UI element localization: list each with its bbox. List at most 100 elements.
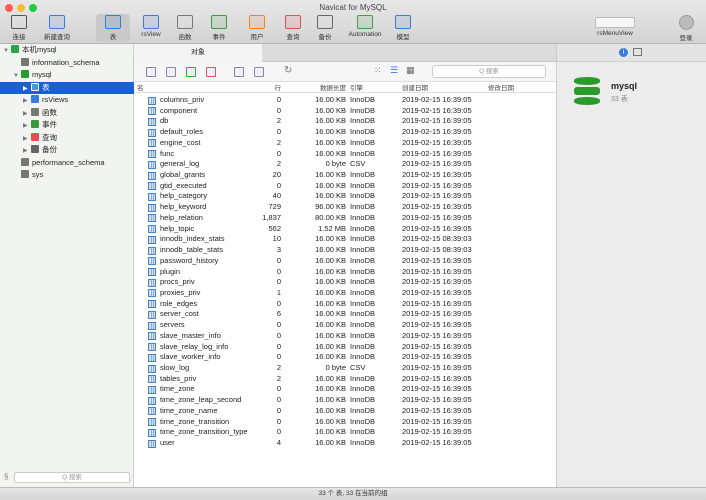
col-created[interactable]: 创建日期 [402, 82, 428, 92]
toolbar-model-button[interactable]: 模型 [386, 14, 420, 42]
table-row[interactable]: columns_priv 0 16.00 KB InnoDB 2019-02-1… [134, 95, 556, 106]
sidebar-item[interactable]: ▶ 事件 [0, 119, 134, 131]
col-engine[interactable]: 引擎 [350, 82, 363, 92]
sidebar-item[interactable]: performance_schema [0, 157, 134, 169]
cell-engine: InnoDB [350, 395, 376, 405]
delete-table-icon[interactable] [206, 67, 216, 77]
login-button[interactable]: 登录 [669, 14, 703, 42]
table-row[interactable]: servers 0 16.00 KB InnoDB 2019-02-15 16:… [134, 320, 556, 331]
detail-view-icon[interactable]: ▦ [406, 65, 415, 76]
toolbar-view-button[interactable]: rsView [134, 14, 168, 42]
ddl-icon[interactable] [633, 48, 642, 56]
open-table-icon[interactable] [146, 67, 156, 77]
table-row[interactable]: general_log 2 0 byte CSV 2019-02-15 16:3… [134, 159, 556, 170]
toolbar-user-button[interactable]: 用户 [240, 14, 274, 42]
table-row[interactable]: default_roles 0 16.00 KB InnoDB 2019-02-… [134, 127, 556, 138]
filter-icon[interactable]: § [4, 472, 8, 481]
table-row[interactable]: time_zone_leap_second 0 16.00 KB InnoDB … [134, 395, 556, 406]
sidebar-item-label: sys [32, 170, 44, 179]
design-table-icon[interactable] [166, 67, 176, 77]
disclosure-arrow-icon[interactable]: ▶ [23, 108, 31, 120]
table-row[interactable]: gtid_executed 0 16.00 KB InnoDB 2019-02-… [134, 181, 556, 192]
sidebar-item[interactable]: sys [0, 169, 134, 181]
table-icon [148, 321, 156, 330]
cell-data-length: 16.00 KB [315, 116, 346, 126]
table-row[interactable]: time_zone 0 16.00 KB InnoDB 2019-02-15 1… [134, 384, 556, 395]
disclosure-arrow-icon[interactable]: ▼ [13, 70, 21, 82]
import-icon[interactable] [234, 67, 244, 77]
table-row[interactable]: help_keyword 729 96.00 KB InnoDB 2019-02… [134, 202, 556, 213]
table-row[interactable]: procs_priv 0 16.00 KB InnoDB 2019-02-15 … [134, 277, 556, 288]
table-row[interactable]: time_zone_name 0 16.00 KB InnoDB 2019-02… [134, 406, 556, 417]
table-row[interactable]: help_relation 1,837 80.00 KB InnoDB 2019… [134, 213, 556, 224]
cell-created: 2019-02-15 16:39:05 [402, 191, 472, 201]
table-row[interactable]: innodb_table_stats 3 16.00 KB InnoDB 201… [134, 245, 556, 256]
table-row[interactable]: slave_worker_info 0 16.00 KB InnoDB 2019… [134, 352, 556, 363]
table-row[interactable]: innodb_index_stats 10 16.00 KB InnoDB 20… [134, 234, 556, 245]
table-row[interactable]: slow_log 2 0 byte CSV 2019-02-15 16:39:0… [134, 363, 556, 374]
cell-name: password_history [160, 255, 219, 265]
disclosure-arrow-icon[interactable]: ▶ [23, 95, 31, 107]
table-row[interactable]: component 0 16.00 KB InnoDB 2019-02-15 1… [134, 106, 556, 117]
table-row[interactable]: proxies_priv 1 16.00 KB InnoDB 2019-02-1… [134, 288, 556, 299]
sidebar-item[interactable]: ▶ rsViews [0, 94, 134, 106]
toolbar-automation-button[interactable]: Automation [344, 14, 386, 42]
table-row[interactable]: tables_priv 2 16.00 KB InnoDB 2019-02-15… [134, 374, 556, 385]
disclosure-arrow-icon[interactable]: ▶ [23, 133, 31, 145]
cell-engine: InnoDB [350, 405, 376, 415]
table-row[interactable]: slave_relay_log_info 0 16.00 KB InnoDB 2… [134, 342, 556, 353]
table-row[interactable]: server_cost 6 16.00 KB InnoDB 2019-02-15… [134, 309, 556, 320]
disclosure-arrow-icon[interactable]: ▶ [23, 83, 31, 95]
sidebar-item[interactable]: ▼ 本机mysql [0, 44, 134, 56]
table-row[interactable]: help_category 40 16.00 KB InnoDB 2019-02… [134, 191, 556, 202]
table-row[interactable]: time_zone_transition_type 0 16.00 KB Inn… [134, 427, 556, 438]
disclosure-arrow-icon[interactable]: ▼ [3, 45, 11, 57]
rsmenuview-button[interactable]: rsMenuView [583, 14, 647, 42]
col-data-length[interactable]: 数据长度 [294, 82, 346, 92]
new-table-icon[interactable] [186, 67, 196, 77]
disclosure-arrow-icon[interactable]: ▶ [23, 145, 31, 157]
col-rows[interactable]: 行 [244, 82, 282, 92]
toolbar-new-query-button[interactable]: 新建查询 [40, 14, 74, 42]
table-row[interactable]: help_topic 562 1.52 MB InnoDB 2019-02-15… [134, 224, 556, 235]
sidebar-item[interactable]: ▶ 备份 [0, 144, 134, 156]
refresh-icon[interactable]: ↻ [284, 65, 292, 76]
list-view-icon[interactable]: ☰ [390, 65, 398, 76]
sidebar-item[interactable]: ▶ 查询 [0, 132, 134, 144]
col-name[interactable]: 名 [137, 82, 144, 92]
table-row[interactable]: engine_cost 2 16.00 KB InnoDB 2019-02-15… [134, 138, 556, 149]
toolbar-backup-button[interactable]: 备份 [308, 14, 342, 42]
object-search-input[interactable]: Q 搜索 [432, 65, 546, 78]
table-row[interactable]: db 2 16.00 KB InnoDB 2019-02-15 16:39:05 [134, 116, 556, 127]
table-row[interactable]: slave_master_info 0 16.00 KB InnoDB 2019… [134, 331, 556, 342]
connection-sidebar: ▼ 本机mysql information_schema ▼ mysql ▶ 表 ▶ rsVie… [0, 44, 134, 487]
sidebar-item[interactable]: information_schema [0, 57, 134, 69]
table-row[interactable]: user 4 16.00 KB InnoDB 2019-02-15 16:39:… [134, 438, 556, 449]
tab-objects[interactable]: 对象 [134, 44, 262, 62]
sidebar-item[interactable]: ▶ 函数 [0, 107, 134, 119]
toolbar-function-button[interactable]: 函数 [168, 14, 202, 42]
export-icon[interactable] [254, 67, 264, 77]
cell-rows: 0 [276, 341, 281, 351]
sidebar-item[interactable]: ▼ mysql [0, 69, 134, 81]
cell-rows: 1,837 [262, 212, 281, 222]
table-icon [148, 332, 156, 341]
toolbar-table-button[interactable]: 表 [96, 14, 130, 42]
table-row[interactable]: func 0 16.00 KB InnoDB 2019-02-15 16:39:… [134, 149, 556, 160]
sidebar-search-input[interactable]: Q 搜索 [14, 472, 130, 483]
table-row[interactable]: role_edges 0 16.00 KB InnoDB 2019-02-15 … [134, 299, 556, 310]
table-row[interactable]: time_zone_transition 0 16.00 KB InnoDB 2… [134, 417, 556, 428]
sidebar-item[interactable]: ▶ 表 [0, 81, 134, 95]
table-row[interactable]: plugin 0 16.00 KB InnoDB 2019-02-15 16:3… [134, 267, 556, 278]
toolbar-query-button[interactable]: 查询 [276, 14, 310, 42]
grid-view-icon[interactable]: ⁙ [374, 65, 382, 76]
cell-data-length: 16.00 KB [315, 405, 346, 415]
disclosure-arrow-icon[interactable]: ▶ [23, 120, 31, 132]
table-row[interactable]: global_grants 20 16.00 KB InnoDB 2019-02… [134, 170, 556, 181]
toolbar-connection-button[interactable]: 连接 [2, 14, 36, 42]
col-modified[interactable]: 修改日期 [488, 82, 514, 92]
table-row[interactable]: password_history 0 16.00 KB InnoDB 2019-… [134, 256, 556, 267]
cell-engine: InnoDB [350, 277, 376, 287]
info-icon[interactable]: i [619, 48, 628, 57]
toolbar-event-clock-button[interactable]: 事件 [202, 14, 236, 42]
